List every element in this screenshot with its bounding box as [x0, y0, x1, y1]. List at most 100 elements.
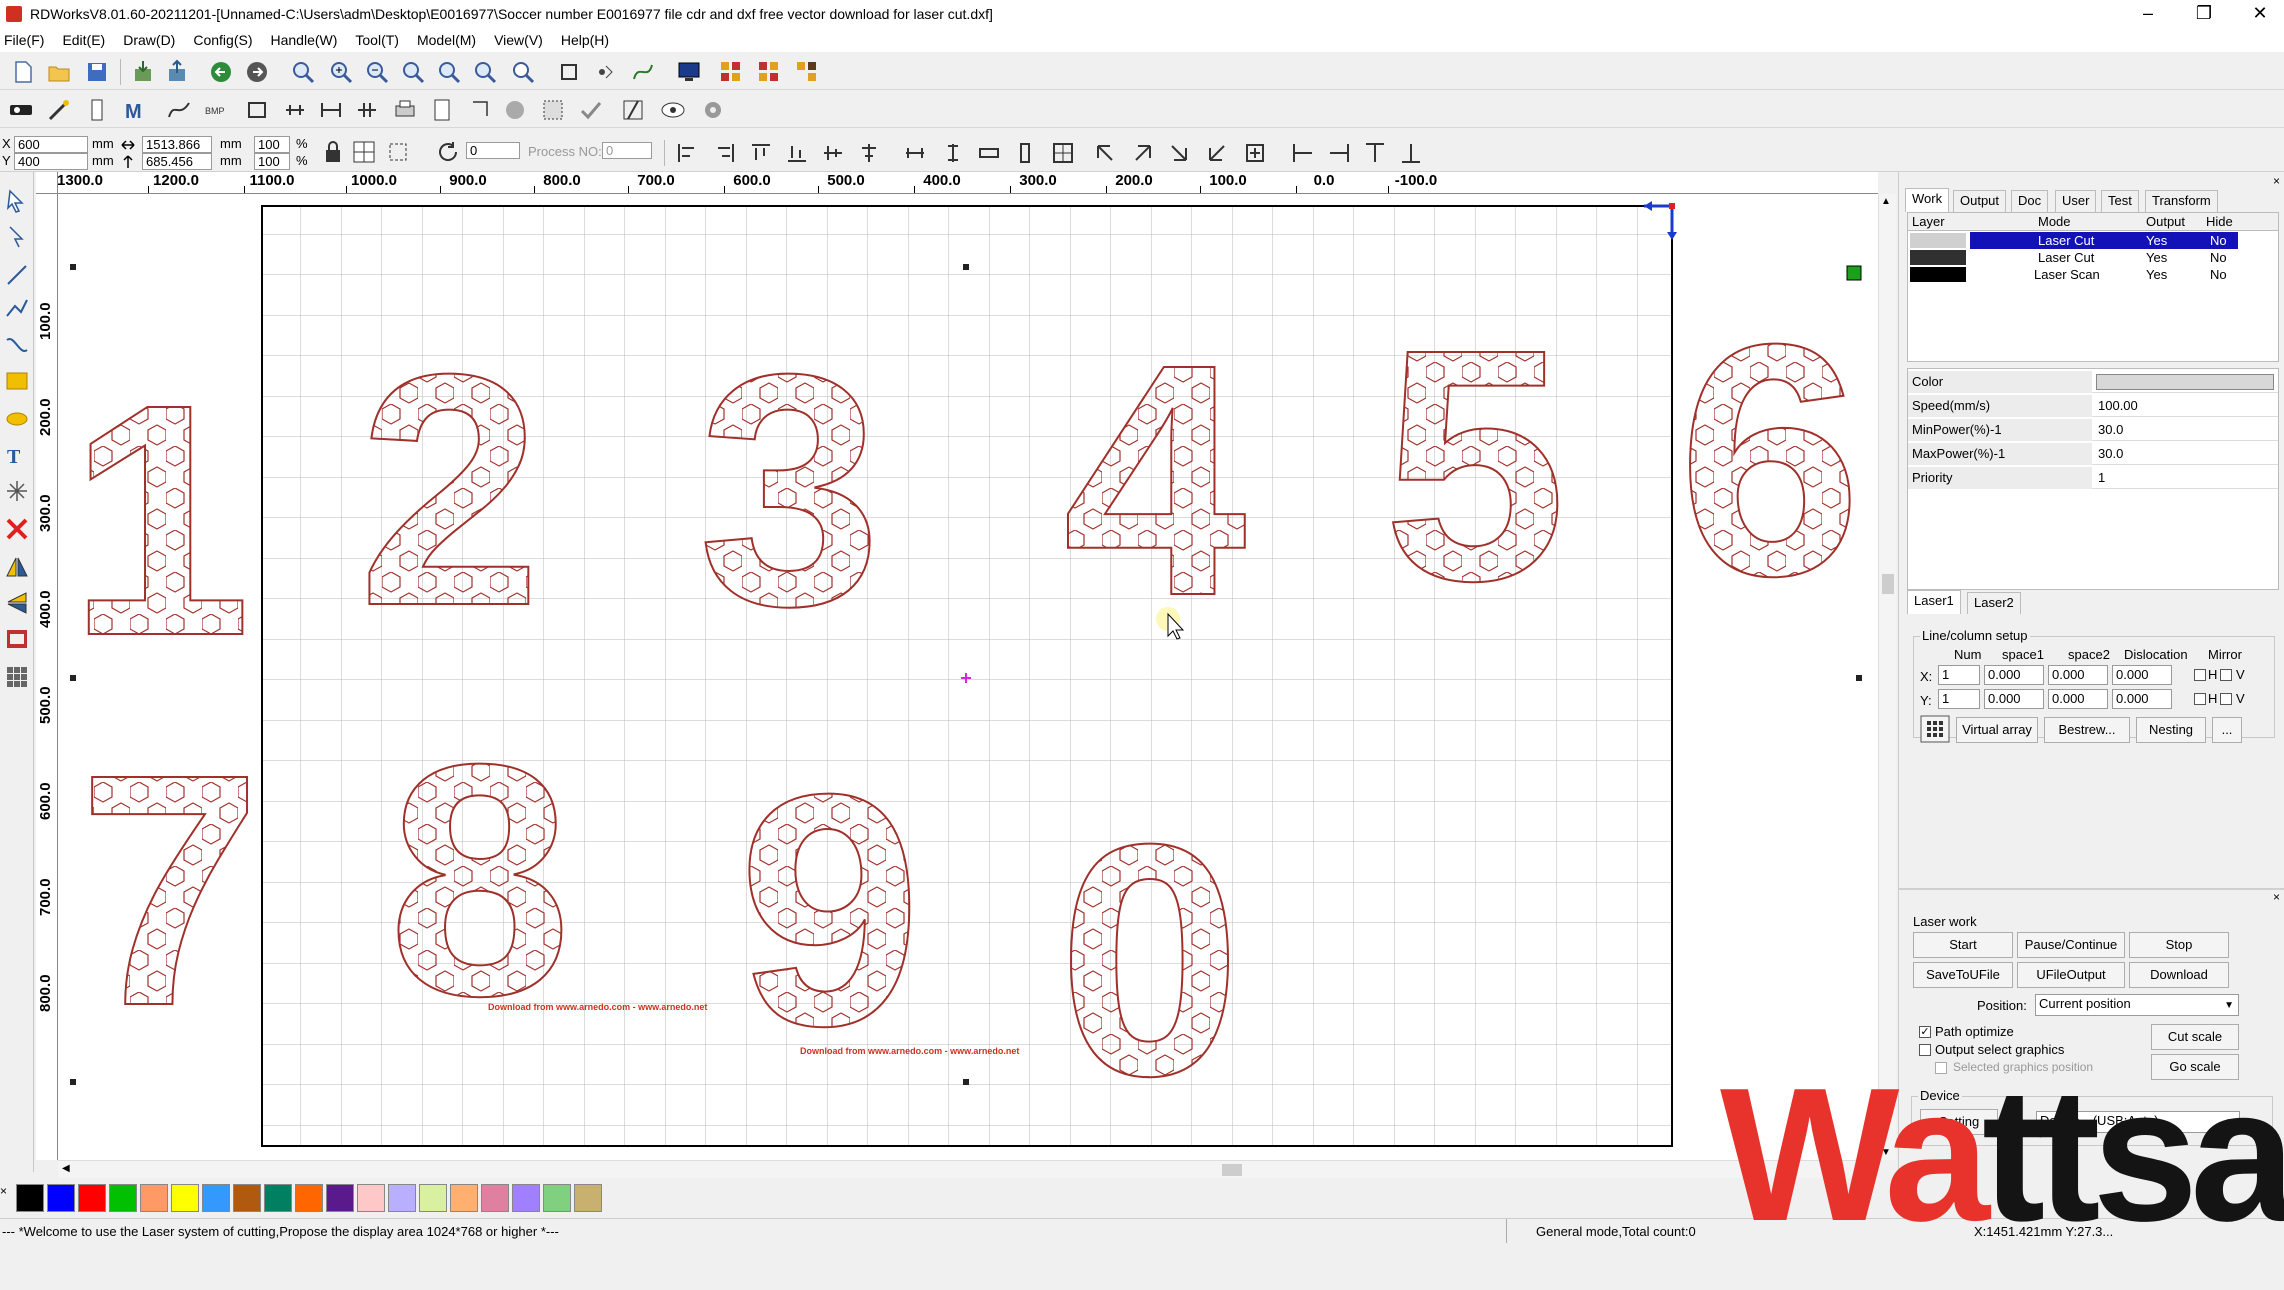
selection-handle[interactable]	[1856, 675, 1862, 681]
layer-row[interactable]: Laser Cut Yes No	[1908, 232, 2278, 249]
mirror-v-icon[interactable]	[4, 590, 30, 616]
color-swatch[interactable]	[450, 1184, 478, 1212]
bestrew-button[interactable]: Bestrew...	[2044, 717, 2130, 743]
delete-icon[interactable]	[4, 516, 30, 542]
color-swatch[interactable]	[47, 1184, 75, 1212]
distribute-icon[interactable]	[354, 97, 380, 123]
menu-help[interactable]: Help(H)	[561, 32, 609, 48]
digit-5[interactable]: 5	[1382, 279, 1568, 650]
vertical-scroll-thumb[interactable]	[1882, 574, 1894, 594]
align-right-icon[interactable]	[712, 140, 738, 166]
menu-view[interactable]: View(V)	[494, 32, 543, 48]
cut-scale-button[interactable]: Cut scale	[2151, 1024, 2239, 1050]
zoom-minus-icon[interactable]	[364, 59, 390, 85]
rotate-field[interactable]: 0	[466, 142, 520, 159]
save-to-ufile-button[interactable]: SaveToUFile	[1913, 962, 2013, 988]
color-swatch[interactable]	[171, 1184, 199, 1212]
max-power-value[interactable]: 30.0	[2098, 446, 2123, 461]
same-height-icon[interactable]	[1012, 140, 1038, 166]
move-bottom-left-icon[interactable]	[1204, 140, 1230, 166]
menu-edit[interactable]: Edit(E)	[62, 32, 105, 48]
zoom-in-icon[interactable]	[290, 59, 316, 85]
color-swatch[interactable]	[16, 1184, 44, 1212]
mirror-h-icon[interactable]	[4, 554, 30, 580]
curve-icon[interactable]	[166, 97, 192, 123]
digit-3[interactable]: 3	[697, 304, 883, 675]
digit-4[interactable]: 4	[1062, 294, 1250, 665]
x-mirror-h-checkbox[interactable]	[2194, 669, 2206, 681]
m-icon[interactable]: M	[122, 97, 148, 123]
array-layout-icon[interactable]	[794, 59, 820, 85]
dock-top-icon[interactable]	[1362, 140, 1388, 166]
point-tool-icon[interactable]	[4, 478, 30, 504]
equal-space-h-icon[interactable]	[902, 140, 928, 166]
y-mirror-v-checkbox[interactable]	[2220, 693, 2232, 705]
print-icon[interactable]	[392, 97, 418, 123]
move-top-left-icon[interactable]	[1092, 140, 1118, 166]
selection-handle[interactable]	[70, 1079, 76, 1085]
magic-wand-icon[interactable]	[46, 97, 72, 123]
color-swatch[interactable]	[326, 1184, 354, 1212]
export-icon[interactable]	[164, 59, 190, 85]
move-bottom-right-icon[interactable]	[1166, 140, 1192, 166]
color-swatch[interactable]	[2096, 374, 2274, 390]
menu-model[interactable]: Model(M)	[417, 32, 476, 48]
menu-draw[interactable]: Draw(D)	[123, 32, 175, 48]
line-tool-icon[interactable]	[4, 262, 30, 288]
color-swatch[interactable]	[481, 1184, 509, 1212]
y-mirror-h-checkbox[interactable]	[2194, 693, 2206, 705]
download-button[interactable]: Download	[2129, 962, 2229, 988]
array-grid-icon[interactable]	[1920, 715, 1950, 743]
color-swatch[interactable]	[295, 1184, 323, 1212]
fit-icon[interactable]	[386, 140, 410, 164]
save-icon[interactable]	[84, 59, 110, 85]
open-folder-icon[interactable]	[46, 59, 72, 85]
color-swatch[interactable]	[202, 1184, 230, 1212]
new-file-icon[interactable]	[10, 59, 36, 85]
same-size-icon[interactable]	[1050, 140, 1076, 166]
gear-icon[interactable]	[700, 97, 726, 123]
height-field[interactable]: 685.456	[142, 153, 212, 170]
color-swatch[interactable]	[233, 1184, 261, 1212]
color-swatch[interactable]	[78, 1184, 106, 1212]
check-icon[interactable]	[578, 97, 604, 123]
digit-1[interactable]: 1	[67, 334, 253, 705]
polyline-tool-icon[interactable]	[4, 296, 30, 322]
maximize-button[interactable]: ❐	[2176, 0, 2232, 28]
color-swatch[interactable]	[388, 1184, 416, 1212]
layer-row[interactable]: Laser Scan Yes No	[1908, 266, 2278, 283]
same-width-icon[interactable]	[976, 140, 1002, 166]
import-icon[interactable]	[130, 59, 156, 85]
nesting-button[interactable]: Nesting	[2136, 717, 2206, 743]
color-swatch[interactable]	[140, 1184, 168, 1212]
select-frame-icon[interactable]	[468, 97, 494, 123]
vertical-scrollbar[interactable]: ▲ ▼	[1878, 194, 1896, 1160]
dock-left-icon[interactable]	[1290, 140, 1316, 166]
array-icon[interactable]	[718, 59, 744, 85]
drawing-canvas[interactable]: 1 2 3 4 5 6 7 8 9 0 Download from www.ar…	[58, 194, 1878, 1160]
align-icon[interactable]	[318, 97, 344, 123]
color-swatch[interactable]	[574, 1184, 602, 1212]
rectangle-tool-icon[interactable]	[4, 368, 30, 394]
laser-work-close-icon[interactable]: ×	[2273, 890, 2280, 904]
doc-icon[interactable]	[430, 97, 456, 123]
ellipse-tool-icon[interactable]	[4, 406, 30, 432]
x-mirror-v-checkbox[interactable]	[2220, 669, 2232, 681]
slant-icon[interactable]	[620, 97, 646, 123]
y-num-field[interactable]: 1	[1938, 689, 1980, 709]
y-space1-field[interactable]: 0.000	[1984, 689, 2044, 709]
rectangle-icon[interactable]	[244, 97, 270, 123]
scale-x-field[interactable]: 100	[254, 136, 290, 153]
color-swatch[interactable]	[357, 1184, 385, 1212]
tab-laser1[interactable]: Laser1	[1907, 590, 1961, 614]
start-button[interactable]: Start	[1913, 932, 2013, 958]
x-space2-field[interactable]: 0.000	[2048, 665, 2108, 685]
tab-user[interactable]: User	[2055, 190, 2097, 212]
x-space1-field[interactable]: 0.000	[1984, 665, 2044, 685]
menu-handle[interactable]: Handle(W)	[270, 32, 337, 48]
close-button[interactable]: ✕	[2232, 0, 2284, 28]
tab-transform[interactable]: Transform	[2145, 190, 2218, 212]
horizontal-scroll-thumb[interactable]	[1222, 1164, 1242, 1176]
virtual-array-button[interactable]: Virtual array	[1956, 717, 2038, 743]
layer-row[interactable]: Laser Cut Yes No	[1908, 249, 2278, 266]
